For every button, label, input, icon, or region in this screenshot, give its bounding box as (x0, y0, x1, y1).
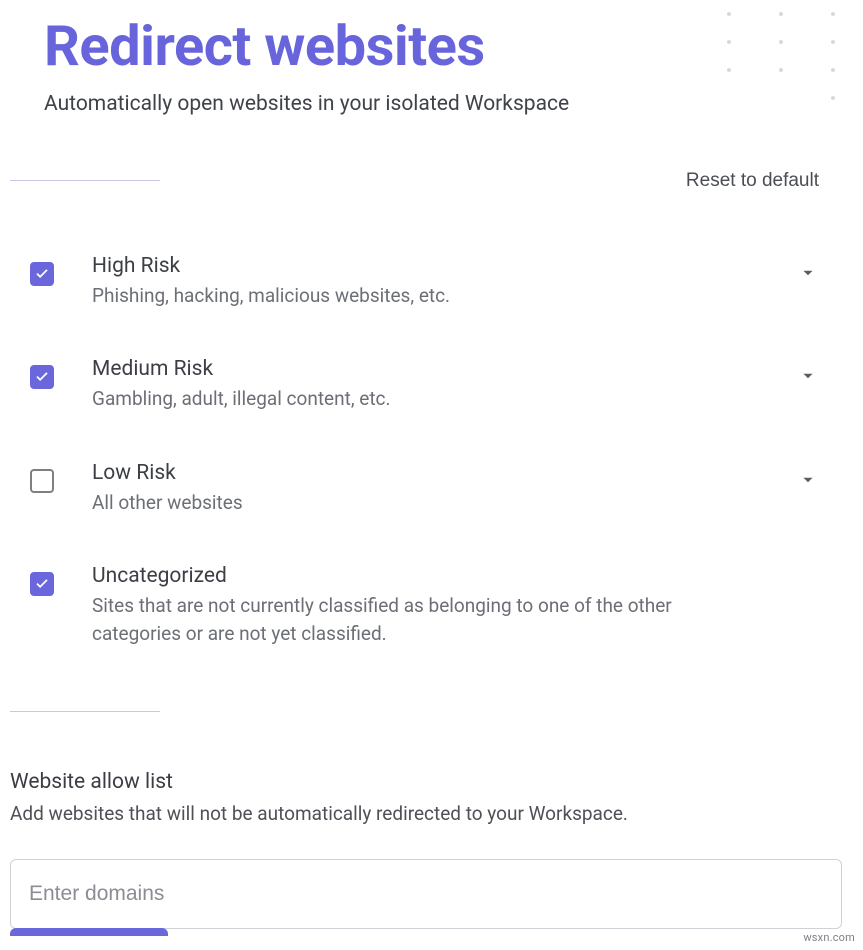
category-title: Low Risk (92, 461, 759, 485)
checkbox-uncategorized[interactable] (30, 572, 54, 596)
check-icon (33, 575, 51, 593)
checkbox-low-risk[interactable] (30, 469, 54, 493)
category-title: Medium Risk (92, 357, 759, 381)
category-list: High Risk Phishing, hacking, malicious w… (30, 236, 819, 678)
category-high-risk: High Risk Phishing, hacking, malicious w… (30, 236, 819, 340)
expand-low-risk[interactable] (797, 461, 819, 491)
category-desc: Phishing, hacking, malicious websites, e… (92, 282, 759, 310)
category-title: High Risk (92, 254, 759, 278)
page-subtitle: Automatically open websites in your isol… (44, 92, 819, 116)
watermark: wsxn.com (801, 931, 857, 944)
category-desc: Gambling, adult, illegal content, etc. (92, 385, 759, 413)
category-title: Uncategorized (92, 564, 759, 588)
allow-list-subtitle: Add websites that will not be automatica… (10, 802, 819, 825)
domain-input[interactable] (29, 882, 823, 906)
chevron-down-icon (797, 469, 819, 491)
add-button[interactable] (10, 928, 168, 936)
check-icon (33, 265, 51, 283)
chevron-down-icon (797, 365, 819, 387)
category-low-risk: Low Risk All other websites (30, 443, 819, 547)
allow-list-title: Website allow list (10, 770, 819, 794)
section-divider (10, 711, 160, 712)
page-title: Redirect websites (44, 16, 819, 78)
category-medium-risk: Medium Risk Gambling, adult, illegal con… (30, 339, 819, 443)
checkbox-medium-risk[interactable] (30, 365, 54, 389)
checkbox-high-risk[interactable] (30, 262, 54, 286)
section-divider (10, 180, 160, 181)
expand-high-risk[interactable] (797, 254, 819, 284)
category-uncategorized: Uncategorized Sites that are not current… (30, 546, 819, 677)
chevron-down-icon (797, 262, 819, 284)
domain-input-wrapper[interactable] (10, 859, 842, 929)
reset-to-default-button[interactable]: Reset to default (686, 164, 819, 198)
check-icon (33, 368, 51, 386)
expand-medium-risk[interactable] (797, 357, 819, 387)
category-desc: All other websites (92, 489, 759, 517)
category-desc: Sites that are not currently classified … (92, 592, 759, 647)
